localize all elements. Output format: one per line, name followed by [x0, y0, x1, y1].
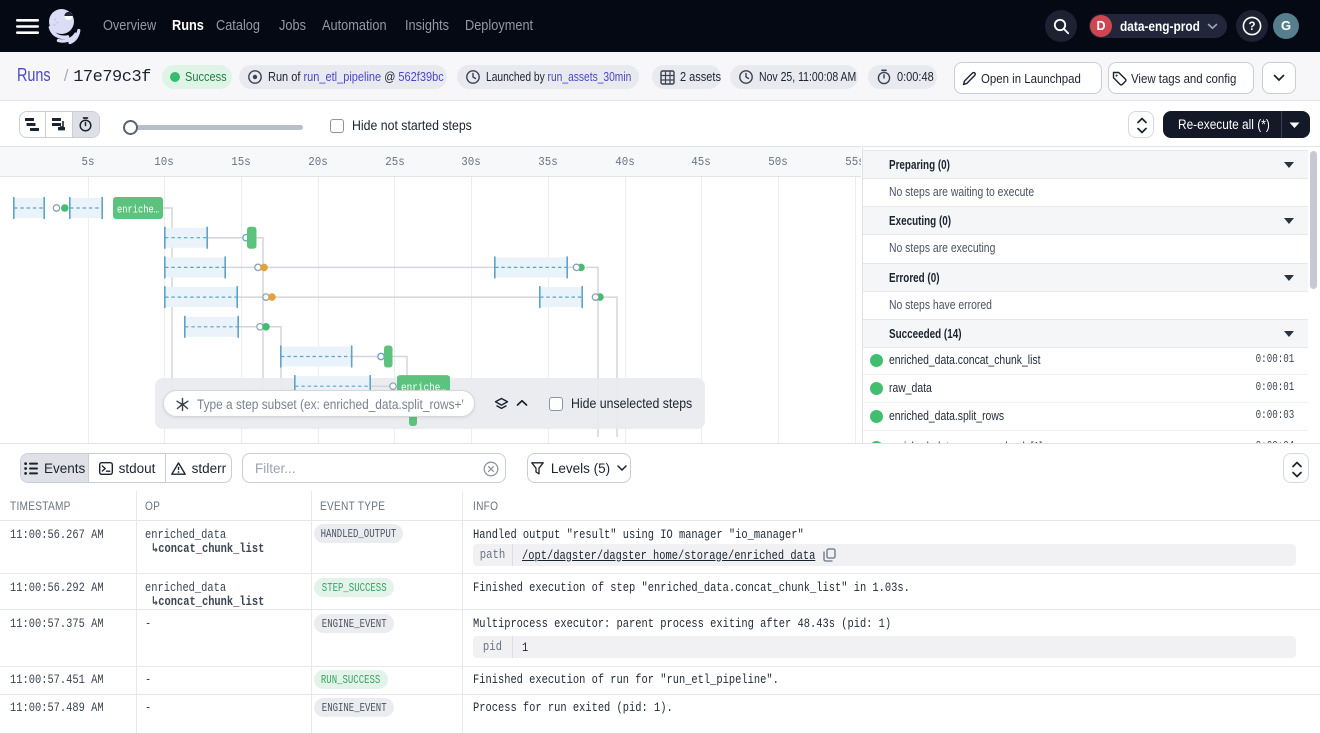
- svg-text:enriche…: enriche…: [117, 205, 159, 217]
- svg-text:?: ?: [1248, 21, 1255, 33]
